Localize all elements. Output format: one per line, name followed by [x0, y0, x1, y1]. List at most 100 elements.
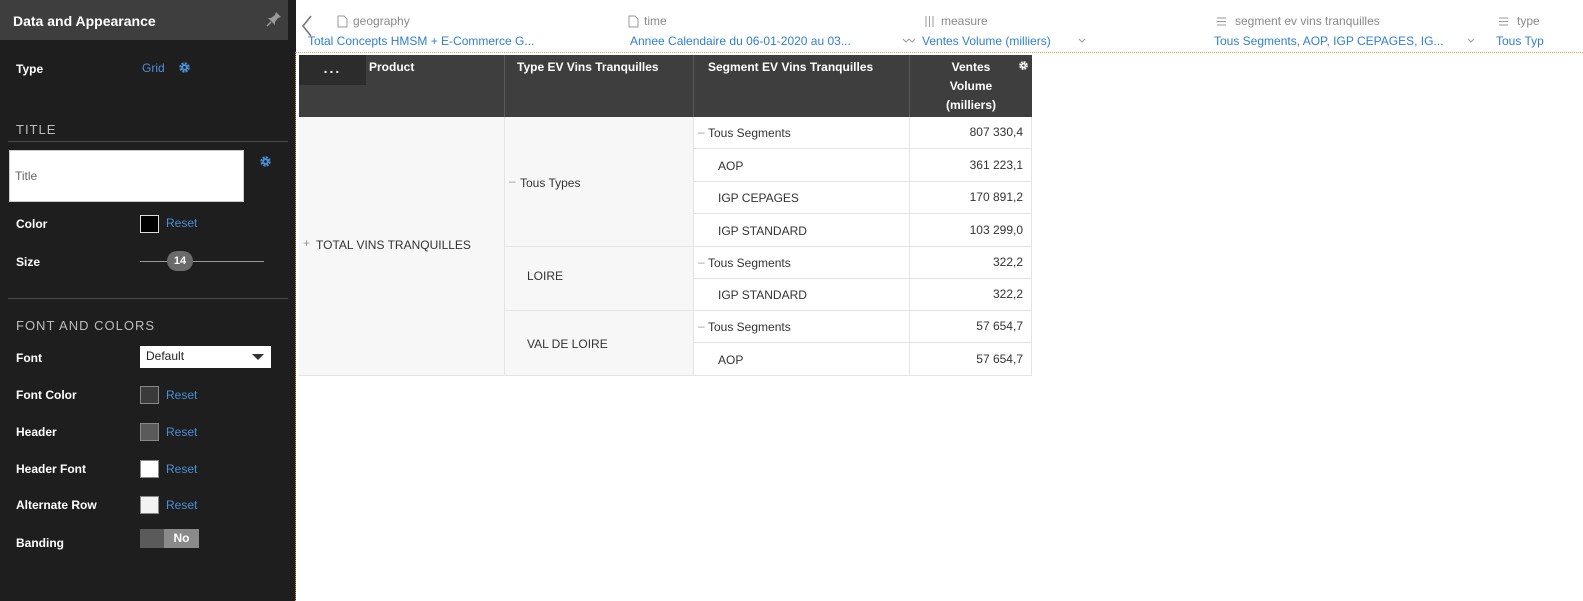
header-font-reset-link[interactable]: Reset — [166, 462, 197, 476]
chevron-down-icon[interactable] — [902, 38, 910, 44]
value-cell[interactable]: 57 654,7 — [910, 343, 1032, 376]
dimension-value[interactable]: Ventes Volume (milliers) — [922, 34, 1051, 48]
header-product[interactable]: ... Product — [299, 55, 505, 117]
value-cell[interactable]: 57 654,7 — [910, 311, 1032, 343]
type-label: Type — [16, 62, 44, 76]
type-label: VAL DE LOIRE — [527, 337, 608, 351]
font-colors-section-heading: FONT AND COLORS — [16, 318, 156, 333]
collapse-icon[interactable]: – — [698, 255, 705, 269]
segment-label: Tous Segments — [708, 126, 791, 140]
header-ventes-volume[interactable]: Ventes Volume (milliers) — [910, 55, 1032, 117]
type-cell-loire[interactable]: LOIRE — [505, 247, 694, 311]
dimension-value[interactable]: Tous Typ — [1496, 34, 1544, 48]
title-gear-icon[interactable] — [259, 155, 272, 168]
table-row-segment[interactable]: – Tous Segments — [694, 117, 910, 149]
type-value-link[interactable]: Grid — [142, 61, 165, 75]
gear-icon[interactable] — [178, 61, 191, 74]
header-measure-line-3: (milliers) — [945, 98, 996, 112]
value-cell[interactable]: 322,2 — [910, 247, 1032, 279]
header-measure-line-1: Ventes — [951, 60, 991, 74]
alternate-row-reset-link[interactable]: Reset — [166, 498, 197, 512]
dimension-label: geography — [353, 14, 410, 28]
banding-toggle[interactable]: No — [140, 529, 199, 548]
table-row-segment[interactable]: IGP CEPAGES — [694, 182, 910, 214]
header-color-swatch[interactable] — [140, 423, 159, 441]
segment-label: AOP — [718, 159, 744, 173]
pin-icon[interactable] — [266, 11, 282, 27]
chevron-down-icon[interactable] — [1078, 38, 1086, 44]
value-cell[interactable]: 361 223,1 — [910, 149, 1032, 182]
title-divider — [8, 141, 288, 142]
more-options-button[interactable]: ... — [299, 55, 366, 85]
collapse-icon[interactable]: – — [698, 125, 705, 139]
segment-label: IGP STANDARD — [718, 224, 807, 238]
document-icon — [337, 15, 348, 28]
table-row-segment[interactable]: IGP STANDARD — [694, 279, 910, 311]
font-label: Font — [16, 351, 42, 365]
header-reset-link[interactable]: Reset — [166, 425, 197, 439]
title-color-swatch[interactable] — [140, 215, 159, 233]
gear-icon[interactable] — [1018, 60, 1029, 71]
color-reset-link[interactable]: Reset — [166, 216, 197, 230]
canvas-border-top — [295, 52, 1583, 53]
title-input[interactable] — [9, 150, 244, 202]
type-label: Tous Types — [520, 176, 581, 190]
value-cell[interactable]: 170 891,2 — [910, 182, 1032, 214]
header-measure-line-2: Volume — [949, 79, 993, 93]
segment-label: AOP — [718, 353, 744, 367]
list-icon — [1217, 17, 1226, 26]
section-divider — [8, 298, 288, 299]
color-label: Color — [16, 217, 48, 231]
font-color-swatch[interactable] — [140, 386, 159, 404]
table-row-segment[interactable]: AOP — [694, 149, 910, 182]
value-cell[interactable]: 807 330,4 — [910, 117, 1032, 149]
font-dropdown-value: Default — [146, 349, 185, 363]
document-icon — [628, 15, 639, 28]
header-font-color-swatch[interactable] — [140, 460, 159, 478]
dimension-label: segment ev vins tranquilles — [1235, 14, 1380, 28]
header-product-label: Product — [369, 60, 415, 74]
dimension-label: type — [1517, 14, 1540, 28]
caret-down-icon — [252, 354, 264, 360]
value-cell[interactable]: 103 299,0 — [910, 214, 1032, 247]
dimension-value[interactable]: Total Concepts HMSM + E-Commerce G... — [308, 34, 534, 48]
collapse-icon[interactable]: – — [698, 319, 705, 333]
chevron-down-icon[interactable] — [1467, 38, 1475, 44]
banding-toggle-value: No — [164, 529, 199, 548]
data-grid: ... Product Type EV Vins Tranquilles Seg… — [299, 55, 1032, 376]
alternate-row-label: Alternate Row — [16, 498, 97, 512]
dimension-label: measure — [941, 14, 988, 28]
expand-icon[interactable]: + — [303, 236, 310, 250]
font-color-reset-link[interactable]: Reset — [166, 388, 197, 402]
header-type[interactable]: Type EV Vins Tranquilles — [505, 55, 694, 117]
product-label: TOTAL VINS TRANQUILLES — [316, 238, 471, 252]
header-label: Header — [16, 425, 57, 439]
size-label: Size — [16, 255, 41, 269]
header-segment[interactable]: Segment EV Vins Tranquilles — [694, 55, 910, 117]
type-cell-val-de-loire[interactable]: VAL DE LOIRE — [505, 311, 694, 376]
dimension-value[interactable]: Tous Segments, AOP, IGP CEPAGES, IG... — [1214, 34, 1443, 48]
header-font-label: Header Font — [16, 462, 87, 476]
size-slider-track[interactable] — [140, 261, 264, 262]
data-appearance-panel: Data and Appearance Type Grid TITLE Colo… — [0, 0, 296, 601]
canvas-border-left — [295, 52, 296, 601]
banding-label: Banding — [16, 536, 64, 550]
product-cell[interactable]: + TOTAL VINS TRANQUILLES — [299, 117, 505, 376]
table-row-segment[interactable]: AOP — [694, 343, 910, 376]
value-cell[interactable]: 322,2 — [910, 279, 1032, 311]
dimension-label: time — [644, 14, 667, 28]
table-row-segment[interactable]: – Tous Segments — [694, 311, 910, 343]
type-label: LOIRE — [527, 269, 564, 283]
header-segment-label: Segment EV Vins Tranquilles — [708, 60, 874, 74]
size-slider-handle[interactable]: 14 — [167, 251, 193, 271]
collapse-icon[interactable]: – — [509, 174, 516, 188]
table-row-segment[interactable]: – Tous Segments — [694, 247, 910, 279]
type-cell-tous-types[interactable]: – Tous Types — [505, 117, 694, 247]
font-dropdown[interactable]: Default — [140, 346, 271, 368]
segment-label: Tous Segments — [708, 256, 791, 270]
dimension-value[interactable]: Annee Calendaire du 06-01-2020 au 03... — [630, 34, 851, 48]
list-icon — [1499, 17, 1508, 26]
table-row-segment[interactable]: IGP STANDARD — [694, 214, 910, 247]
alternate-row-color-swatch[interactable] — [140, 496, 159, 514]
panel-title: Data and Appearance — [13, 13, 156, 29]
